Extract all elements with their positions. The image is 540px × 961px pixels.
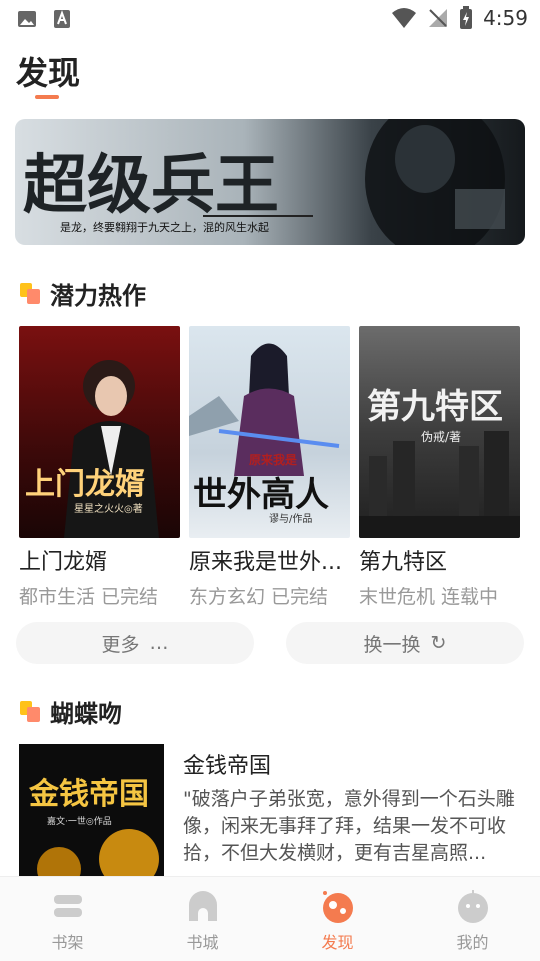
book-cover: 原来我是 世外高人 谬与/作品 [189, 326, 350, 538]
cover-top: 原来我是 [249, 452, 298, 467]
bottom-nav: 书架 书城 发现 我的 [0, 876, 540, 961]
cover-title: 上门龙婿 [25, 467, 145, 502]
status-time: 4:59 [483, 6, 528, 30]
book-meta: 都市生活 已完结 [19, 586, 159, 608]
more-label: 更多 [101, 633, 140, 656]
more-button[interactable]: 更多 … [16, 622, 254, 664]
title-underline [35, 95, 59, 99]
book-meta: 末世危机 连载中 [359, 586, 499, 608]
nav-profile[interactable]: 我的 [405, 877, 540, 961]
section-icon [20, 700, 42, 723]
section-title: 蝴蝶吻 [50, 700, 122, 728]
gallery-icon [18, 11, 36, 27]
section-icon [20, 282, 42, 305]
book-title: 上门龙婿 [19, 550, 108, 575]
cover-author: 谬与/作品 [269, 513, 312, 525]
cover-title: 世外高人 [193, 475, 329, 515]
book-cover: 上门龙婿 星星之火火◎著 [19, 326, 180, 538]
promo-banner[interactable]: 超级兵王 是龙，终要翱翔于九天之上，混的风生水起 [15, 119, 525, 245]
section-header-butterfly: 蝴蝶吻 [20, 694, 122, 729]
bookstore-icon [188, 891, 217, 921]
feature-cover-title: 金钱帝国 [28, 777, 149, 812]
nav-label: 发现 [321, 933, 354, 952]
nav-bookstore[interactable]: 书城 [135, 877, 270, 961]
battery-charging-icon [460, 6, 473, 29]
section-header-potential: 潜力热作 [20, 276, 146, 311]
refresh-label: 换一换 [363, 633, 421, 656]
nav-label: 我的 [456, 933, 489, 952]
status-bar: 4:59 [0, 0, 540, 36]
nav-discover[interactable]: 发现 [270, 877, 405, 961]
book-row: 上门龙婿 星星之火火◎著 上门龙婿 都市生活 已完结 原来我是 世外高人 谬与/… [19, 326, 520, 609]
font-a-icon [54, 10, 70, 28]
more-dots-icon: … [149, 632, 169, 654]
book-card[interactable]: 上门龙婿 星星之火火◎著 上门龙婿 都市生活 已完结 [19, 326, 180, 609]
book-card[interactable]: 原来我是 世外高人 谬与/作品 原来我是世外... 东方玄幻 已完结 [189, 326, 350, 609]
bookshelf-icon [53, 895, 82, 917]
book-card[interactable]: 第九特区 伪戒/著 第九特区 末世危机 连载中 [359, 326, 520, 609]
profile-icon [457, 890, 488, 923]
refresh-icon: ↻ [430, 632, 447, 654]
book-title: 第九特区 [359, 550, 448, 575]
nav-label: 书架 [51, 933, 84, 952]
feature-cover-author: 嘉文·一世◎作品 [47, 815, 112, 827]
book-meta: 东方玄幻 已完结 [189, 586, 329, 608]
no-signal-icon [429, 9, 448, 27]
feature-cover: 金钱帝国 嘉文·一世◎作品 [19, 744, 164, 884]
section-title: 潜力热作 [50, 282, 146, 310]
book-cover: 第九特区 伪戒/著 [359, 326, 520, 538]
feature-title: 金钱帝国 [183, 754, 272, 779]
nav-bookshelf[interactable]: 书架 [0, 877, 135, 961]
banner-title: 超级兵王 [23, 148, 279, 223]
page-title: 发现 [16, 54, 81, 92]
cover-title: 第九特区 [367, 387, 503, 427]
discover-icon [322, 891, 353, 923]
cover-author: 星星之火火◎著 [74, 502, 143, 515]
nav-label: 书城 [186, 933, 219, 952]
cover-author: 伪戒/著 [421, 430, 461, 444]
feature-desc: "破落户子弟张宽，意外得到一个石头雕像，闲来无事拜了拜，结果一发不可收拾，不但大… [183, 788, 515, 864]
refresh-button[interactable]: 换一换 ↻ [286, 622, 524, 664]
book-title: 原来我是世外... [189, 550, 342, 575]
wifi-icon [392, 8, 417, 28]
banner-tagline: 是龙，终要翱翔于九天之上，混的风生水起 [60, 220, 269, 234]
